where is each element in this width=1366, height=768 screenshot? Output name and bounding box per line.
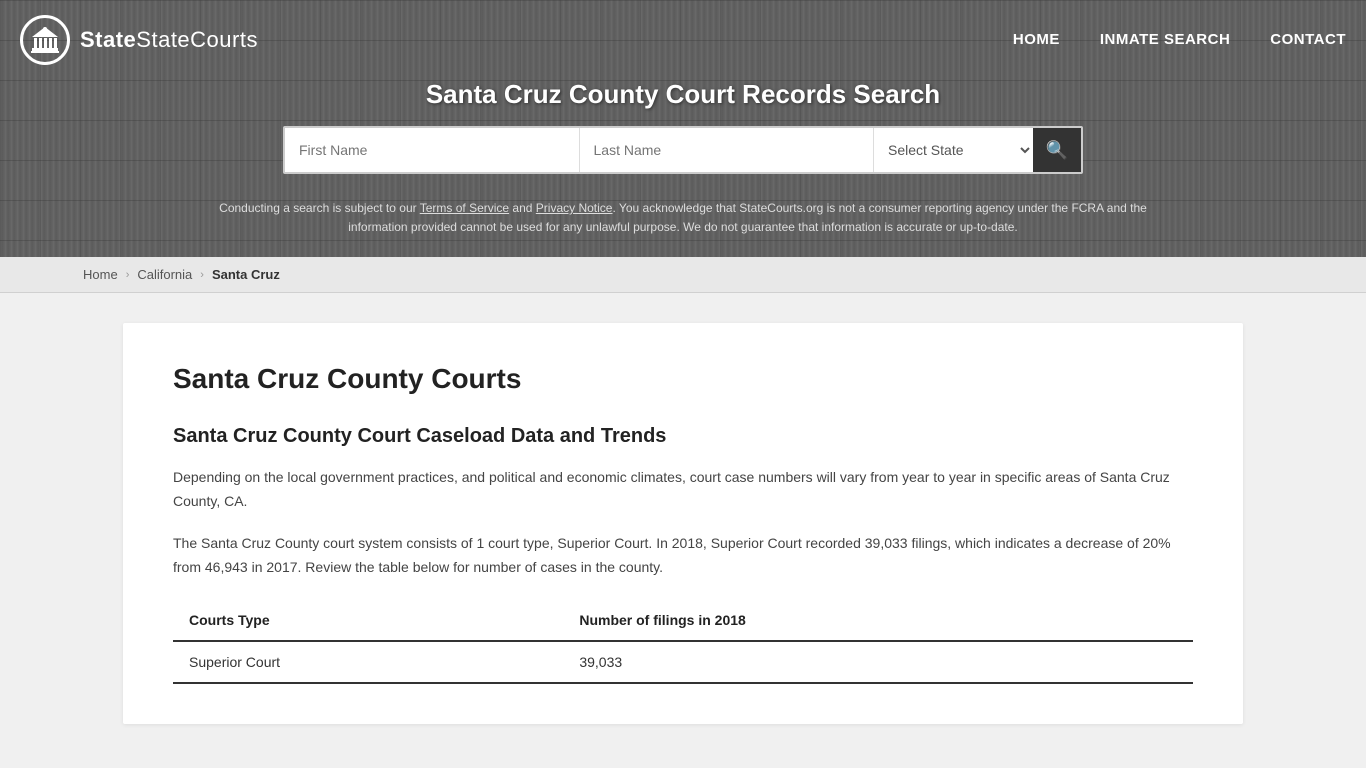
content-card: Santa Cruz County Courts Santa Cruz Coun… <box>123 323 1243 723</box>
filings-table: Courts Type Number of filings in 2018 Su… <box>173 600 1193 684</box>
col-court-type-header: Courts Type <box>173 600 563 641</box>
search-button[interactable]: 🔍 <box>1033 128 1081 172</box>
navbar: StateStateCourts HOME INMATE SEARCH CONT… <box>0 0 1366 79</box>
breadcrumb-state[interactable]: California <box>137 267 192 282</box>
nav-links: HOME INMATE SEARCH CONTACT <box>1013 31 1346 48</box>
breadcrumb: Home › California › Santa Cruz <box>83 267 1283 282</box>
disclaimer-text-before: Conducting a search is subject to our <box>219 201 420 215</box>
first-name-input[interactable] <box>285 128 579 172</box>
table-header-row: Courts Type Number of filings in 2018 <box>173 600 1193 641</box>
last-name-input[interactable] <box>579 128 874 172</box>
page-title: Santa Cruz County Court Records Search <box>426 79 940 110</box>
logo-icon <box>20 15 70 65</box>
content-paragraph-2: The Santa Cruz County court system consi… <box>173 532 1193 580</box>
site-logo[interactable]: StateStateCourts <box>20 15 258 65</box>
nav-contact[interactable]: CONTACT <box>1270 31 1346 48</box>
logo-text: StateStateCourts <box>80 27 258 53</box>
search-section: Santa Cruz County Court Records Search S… <box>0 79 1366 189</box>
search-bar: Select State AlabamaAlaskaArizona Arkans… <box>283 126 1083 174</box>
table-row: Superior Court 39,033 <box>173 641 1193 683</box>
content-paragraph-1: Depending on the local government practi… <box>173 466 1193 514</box>
breadcrumb-sep-1: › <box>126 269 130 281</box>
privacy-notice-link[interactable]: Privacy Notice <box>536 201 613 215</box>
cell-court-type: Superior Court <box>173 641 563 683</box>
breadcrumb-current: Santa Cruz <box>212 267 280 282</box>
state-select[interactable]: Select State AlabamaAlaskaArizona Arkans… <box>873 128 1033 172</box>
breadcrumb-home[interactable]: Home <box>83 267 118 282</box>
terms-of-service-link[interactable]: Terms of Service <box>420 201 509 215</box>
content-section-title: Santa Cruz County Court Caseload Data an… <box>173 425 1193 448</box>
nav-inmate-search[interactable]: INMATE SEARCH <box>1100 31 1230 48</box>
disclaimer-text-between: and <box>509 201 536 215</box>
content-main-title: Santa Cruz County Courts <box>173 363 1193 395</box>
nav-home[interactable]: HOME <box>1013 31 1060 48</box>
breadcrumb-sep-2: › <box>200 269 204 281</box>
search-icon: 🔍 <box>1046 140 1068 161</box>
cell-filings: 39,033 <box>563 641 1193 683</box>
col-filings-header: Number of filings in 2018 <box>563 600 1193 641</box>
main-content: Santa Cruz County Courts Santa Cruz Coun… <box>83 323 1283 723</box>
breadcrumb-bar: Home › California › Santa Cruz <box>0 257 1366 293</box>
hero-section: StateStateCourts HOME INMATE SEARCH CONT… <box>0 0 1366 257</box>
disclaimer: Conducting a search is subject to our Te… <box>183 199 1183 257</box>
